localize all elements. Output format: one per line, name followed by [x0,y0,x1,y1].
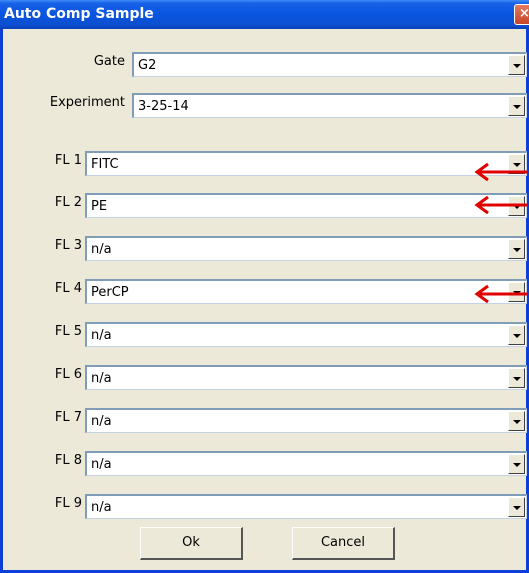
chevron-down-icon [513,377,521,381]
fl-6-value: n/a [91,371,112,386]
gate-value: G2 [138,58,157,73]
fl-6-dropdown-button[interactable] [508,368,525,388]
chevron-down-icon [513,420,521,424]
chevron-down-icon [513,105,521,109]
fl-5-select[interactable]: n/a [85,322,527,347]
title-bar[interactable]: Auto Comp Sample × [0,0,529,29]
fl-1-select[interactable]: FITC [85,151,527,176]
fl-2-label: FL 2 [54,195,82,210]
fl-7-value: n/a [91,414,112,429]
fl-9-label: FL 9 [54,496,82,511]
annotation-arrow-fl-1 [474,162,528,182]
annotation-arrow-fl-2 [474,195,528,215]
fl-8-value: n/a [91,457,112,472]
chevron-down-icon [513,248,521,252]
fl-8-label: FL 8 [54,453,82,468]
fl-7-dropdown-button[interactable] [508,411,525,431]
fl-1-value: FITC [91,157,119,172]
fl-2-select[interactable]: PE [85,193,527,218]
fl-4-value: PerCP [91,285,129,300]
fl-4-select[interactable]: PerCP [85,279,527,304]
gate-select[interactable]: G2 [132,52,527,77]
gate-label: Gate [93,54,125,69]
experiment-select[interactable]: 3-25-14 [132,93,527,118]
fl-2-value: PE [91,199,108,214]
fl-5-label: FL 5 [54,324,82,339]
experiment-value: 3-25-14 [138,99,189,114]
fl-5-dropdown-button[interactable] [508,325,525,345]
annotation-arrow-fl-4 [474,284,528,304]
fl-5-value: n/a [91,328,112,343]
fl-6-select[interactable]: n/a [85,365,527,390]
fl-9-dropdown-button[interactable] [508,497,525,517]
fl-3-value: n/a [91,242,112,257]
fl-1-label: FL 1 [54,153,82,168]
chevron-down-icon [513,506,521,510]
close-icon: × [519,6,529,21]
chevron-down-icon [513,64,521,68]
chevron-down-icon [513,334,521,338]
fl-9-value: n/a [91,500,112,515]
cancel-button[interactable]: Cancel [292,527,395,560]
fl-9-select[interactable]: n/a [85,494,527,519]
fl-3-select[interactable]: n/a [85,236,527,261]
fl-4-label: FL 4 [54,281,82,296]
fl-7-label: FL 7 [54,410,82,425]
fl-8-select[interactable]: n/a [85,451,527,476]
fl-7-select[interactable]: n/a [85,408,527,433]
auto-comp-sample-dialog: Auto Comp Sample × Gate G2 Experiment 3-… [0,0,529,573]
experiment-dropdown-button[interactable] [508,96,525,116]
fl-6-label: FL 6 [54,367,82,382]
fl-3-label: FL 3 [54,238,82,253]
experiment-label: Experiment [49,95,125,110]
window-title: Auto Comp Sample [4,6,154,22]
fl-8-dropdown-button[interactable] [508,454,525,474]
chevron-down-icon [513,463,521,467]
close-button[interactable]: × [514,4,529,25]
fl-3-dropdown-button[interactable] [508,239,525,259]
gate-dropdown-button[interactable] [508,55,525,75]
ok-button[interactable]: Ok [140,527,243,560]
